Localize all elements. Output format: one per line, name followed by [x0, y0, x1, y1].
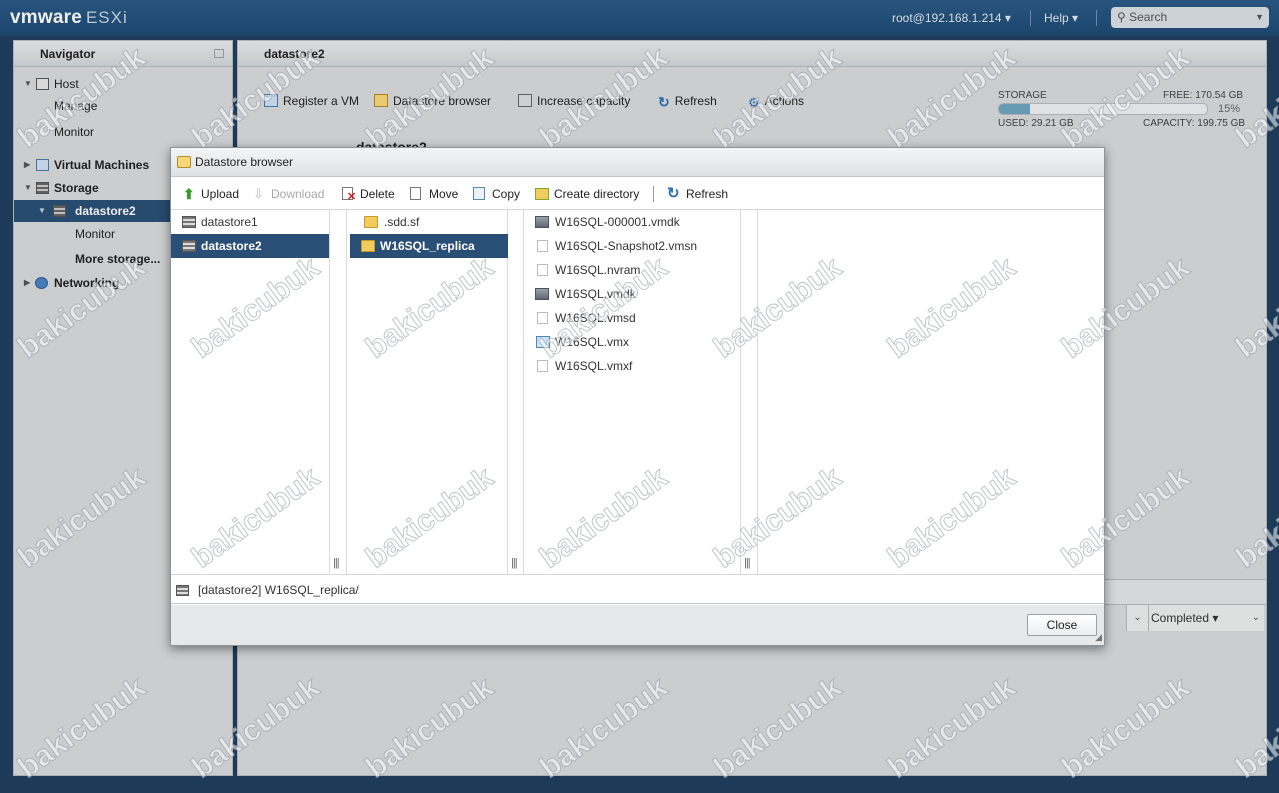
folder-icon	[361, 240, 375, 252]
browser-columns: datastore1 datastore2 ||| .sdd.sf W16SQL…	[171, 210, 1104, 575]
refresh-icon: ↻	[667, 185, 680, 202]
file-icon	[537, 360, 548, 372]
toolbar-divider	[653, 186, 654, 202]
file-icon	[537, 312, 548, 324]
datastore-column: datastore1 datastore2 |||	[171, 210, 340, 575]
create-directory-button[interactable]: Create directory	[535, 185, 639, 203]
copy-button[interactable]: Copy	[473, 185, 520, 203]
folder-row[interactable]: .sdd.sf	[350, 210, 508, 234]
datastore-icon	[182, 216, 196, 228]
upload-arrow-icon: ⬆	[183, 186, 195, 202]
dialog-toolbar: ⬆ Upload ⇩ Download ✕ Delete Move Copy Crea…	[171, 177, 1104, 210]
dialog-footer: Close ◢	[171, 605, 1104, 645]
column-resize-handle[interactable]: |||	[511, 557, 518, 569]
delete-icon: ✕	[342, 187, 356, 203]
datastore-browser-dialog: Datastore browser ⬆ Upload ⇩ Download ✕ Del…	[170, 147, 1105, 646]
move-icon	[410, 187, 421, 200]
preview-column	[757, 210, 1104, 575]
new-folder-icon	[535, 188, 549, 200]
folder-column: .sdd.sf W16SQL_replica |||	[346, 210, 518, 575]
file-row[interactable]: W16SQL-000001.vmdk	[524, 210, 740, 234]
folder-row-selected[interactable]: W16SQL_replica	[350, 234, 508, 258]
file-icon	[537, 240, 548, 252]
upload-button[interactable]: ⬆ Upload	[183, 185, 239, 203]
close-button[interactable]: Close	[1027, 614, 1097, 636]
file-row[interactable]: W16SQL.vmxf	[524, 354, 740, 378]
column-resize-handle[interactable]: |||	[333, 557, 340, 569]
copy-icon	[473, 187, 485, 200]
file-icon	[537, 264, 548, 276]
dialog-refresh-button[interactable]: ↻ Refresh	[667, 185, 728, 203]
file-row[interactable]: W16SQL.vmdk	[524, 282, 740, 306]
file-row[interactable]: W16SQL.vmsd	[524, 306, 740, 330]
move-button[interactable]: Move	[410, 185, 458, 203]
datastore-row-selected[interactable]: datastore2	[171, 234, 329, 258]
resize-grip-icon[interactable]: ◢	[1095, 632, 1102, 643]
file-row[interactable]: W16SQL-Snapshot2.vmsn	[524, 234, 740, 258]
datastore-icon	[176, 585, 189, 596]
download-button[interactable]: ⇩ Download	[253, 185, 324, 203]
dialog-title: Datastore browser	[171, 148, 1104, 177]
disk-icon	[535, 216, 549, 228]
datastore-icon	[182, 240, 196, 252]
file-row[interactable]: W16SQL.vmx	[524, 330, 740, 354]
download-icon: ⇩	[253, 186, 264, 201]
file-row[interactable]: W16SQL.nvram	[524, 258, 740, 282]
file-column: W16SQL-000001.vmdk W16SQL-Snapshot2.vmsn…	[523, 210, 751, 575]
column-resize-handle[interactable]: |||	[744, 557, 751, 569]
datastore-browser-icon	[177, 156, 191, 168]
delete-button[interactable]: ✕ Delete	[342, 185, 395, 203]
folder-icon	[364, 216, 378, 228]
vmx-icon	[536, 336, 550, 348]
disk-icon	[535, 288, 549, 300]
current-path: [datastore2] W16SQL_replica/	[171, 576, 1104, 604]
datastore-row[interactable]: datastore1	[171, 210, 329, 234]
